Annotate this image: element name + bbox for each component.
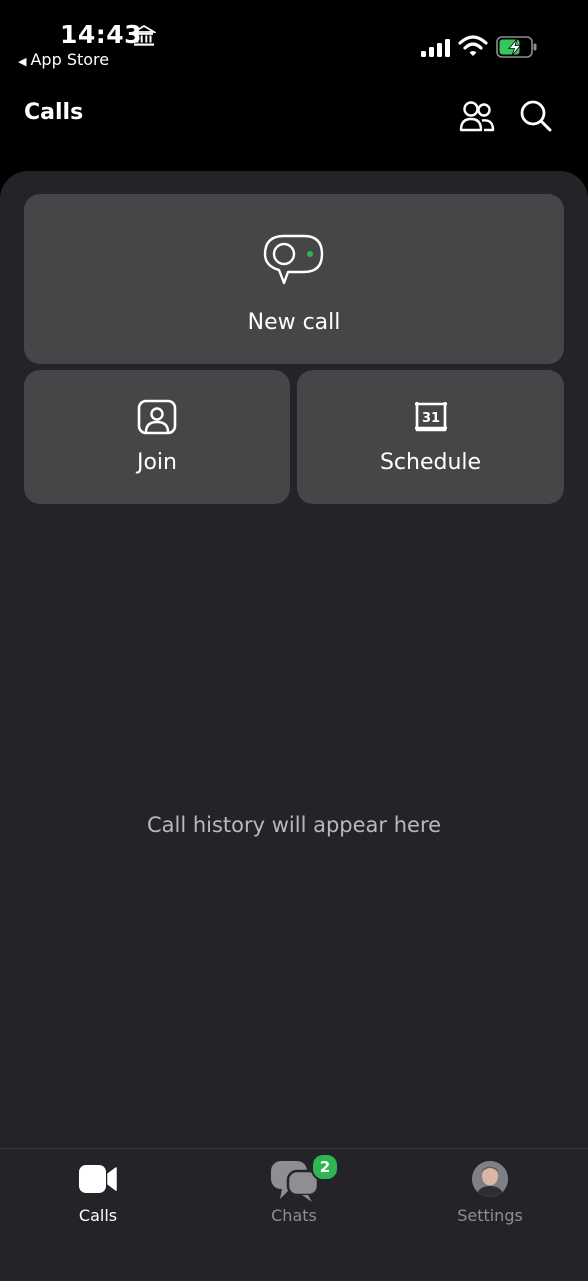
status-bar: 14:43 ◀ App Store bbox=[0, 0, 588, 80]
cellular-signal-icon bbox=[421, 39, 450, 57]
contacts-button[interactable] bbox=[458, 98, 496, 134]
calendar-day-number: 31 bbox=[422, 411, 440, 426]
app-header: Calls bbox=[0, 90, 588, 140]
schedule-button[interactable]: 31 Schedule bbox=[297, 370, 564, 504]
status-time: 14:43 bbox=[60, 20, 143, 49]
tab-settings-label: Settings bbox=[457, 1206, 523, 1225]
new-call-label: New call bbox=[247, 310, 341, 335]
new-call-bubble-icon bbox=[263, 234, 324, 285]
wifi-icon bbox=[458, 35, 488, 56]
tab-bar: Calls 2 Chats Settings bbox=[0, 1148, 588, 1281]
calls-panel: New call Join 31 Schedule Call history w… bbox=[0, 171, 588, 1151]
tab-chats-label: Chats bbox=[271, 1206, 317, 1225]
back-app-label: App Store bbox=[30, 50, 110, 69]
schedule-label: Schedule bbox=[379, 450, 482, 475]
back-triangle-icon: ◀ bbox=[18, 55, 27, 68]
contacts-icon bbox=[459, 101, 495, 132]
search-icon bbox=[520, 100, 552, 132]
search-button[interactable] bbox=[518, 98, 554, 134]
avatar-person-image bbox=[472, 1161, 508, 1197]
tab-calls[interactable]: Calls bbox=[0, 1149, 196, 1249]
calendar-icon: 31 bbox=[415, 402, 447, 432]
tab-calls-label: Calls bbox=[78, 1206, 118, 1225]
new-call-button[interactable]: New call bbox=[24, 194, 564, 364]
back-to-app-link[interactable]: ◀ App Store bbox=[18, 50, 109, 69]
join-label: Join bbox=[136, 450, 177, 475]
page-title: Calls bbox=[24, 100, 84, 125]
avatar bbox=[472, 1161, 508, 1197]
chats-unread-badge: 2 bbox=[311, 1153, 339, 1181]
tab-chats[interactable]: 2 Chats bbox=[196, 1149, 392, 1249]
battery-charging-icon bbox=[496, 36, 537, 58]
empty-history-message: Call history will appear here bbox=[146, 813, 442, 837]
video-camera-icon bbox=[79, 1165, 117, 1193]
join-person-icon bbox=[137, 399, 177, 435]
bank-icon bbox=[132, 24, 156, 46]
join-button[interactable]: Join bbox=[24, 370, 290, 504]
tab-settings[interactable]: Settings bbox=[392, 1149, 588, 1249]
